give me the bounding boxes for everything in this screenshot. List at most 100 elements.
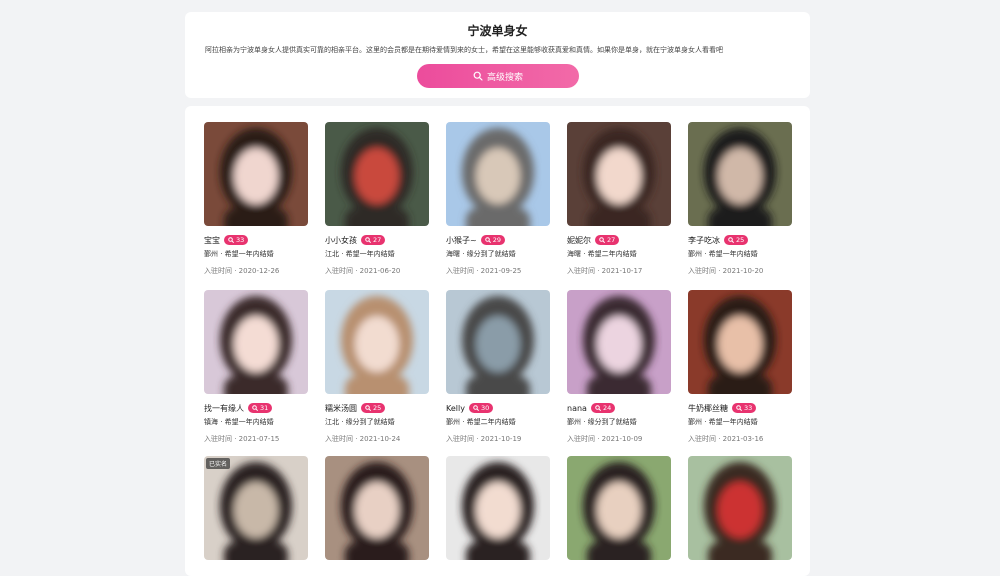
profile-description: 鄞州 · 缘分到了就结婚 xyxy=(567,418,637,426)
profile-photo[interactable] xyxy=(204,122,308,226)
name-row: 李子吃冰 25 xyxy=(688,234,792,246)
name-row: 糯米汤圆 25 xyxy=(325,402,429,414)
likes-badge: 27 xyxy=(595,235,620,245)
likes-badge: 31 xyxy=(248,403,273,413)
avatar-image xyxy=(325,122,429,226)
profile-name[interactable]: 牛奶椰丝糖 xyxy=(688,403,728,414)
profile-photo[interactable] xyxy=(446,456,550,560)
name-row: 小小女孩 27 xyxy=(325,234,429,246)
avatar-image xyxy=(567,290,671,394)
verified-badge: 已实名 xyxy=(206,458,231,469)
profile-name[interactable]: 宝宝 xyxy=(204,235,220,246)
profile-photo[interactable] xyxy=(325,290,429,394)
profile-description: 鄞州 · 希望一年内结婚 xyxy=(688,418,758,426)
likes-count: 25 xyxy=(373,404,382,412)
profile-description: 镇海 · 希望一年内结婚 xyxy=(204,418,274,426)
search-icon xyxy=(736,405,742,411)
joined-date: 入驻时间 · 2021-06-20 xyxy=(325,267,401,275)
profile-card[interactable]: nana 24 鄞州 · 缘分到了就结婚 入驻时间 · 2021-10-09 xyxy=(567,290,671,444)
search-icon xyxy=(595,405,601,411)
profile-name[interactable]: 小小女孩 xyxy=(325,235,357,246)
advanced-search-button[interactable]: 高级搜索 xyxy=(417,64,579,88)
profile-card[interactable]: 找一有缘人 31 镇海 · 希望一年内结婚 入驻时间 · 2021-07-15 xyxy=(204,290,308,444)
profile-name[interactable]: 找一有缘人 xyxy=(204,403,244,414)
profile-description: 海曙 · 希望二年内结婚 xyxy=(567,250,637,258)
search-icon xyxy=(484,237,491,243)
profile-card[interactable] xyxy=(325,456,429,560)
joined-date: 入驻时间 · 2021-10-19 xyxy=(446,435,522,443)
profile-description: 海曙 · 缘分到了就结婚 xyxy=(446,250,516,258)
profile-name[interactable]: Kelly xyxy=(446,404,465,413)
profile-photo[interactable] xyxy=(688,456,792,560)
profile-description: 鄞州 · 希望一年内结婚 xyxy=(688,250,758,258)
avatar-image xyxy=(325,290,429,394)
likes-badge: 25 xyxy=(724,235,749,245)
name-row: nana 24 xyxy=(567,402,671,414)
name-row: 找一有缘人 31 xyxy=(204,402,308,414)
profile-description: 鄞州 · 希望一年内结婚 xyxy=(204,250,274,258)
likes-count: 33 xyxy=(744,404,753,412)
profile-card[interactable]: Kelly 30 鄞州 · 希望二年内结婚 入驻时间 · 2021-10-19 xyxy=(446,290,550,444)
profile-photo[interactable] xyxy=(567,456,671,560)
avatar-image xyxy=(688,456,792,560)
search-icon xyxy=(473,71,483,81)
profile-card[interactable]: 小猴子~ 29 海曙 · 缘分到了就结婚 入驻时间 · 2021-09-25 xyxy=(446,122,550,276)
profile-photo[interactable] xyxy=(567,290,671,394)
profile-name[interactable]: 小猴子~ xyxy=(446,235,477,246)
profile-card[interactable] xyxy=(567,456,671,560)
avatar-image xyxy=(567,456,671,560)
name-row: 宝宝 33 xyxy=(204,234,308,246)
profile-name[interactable]: nana xyxy=(567,404,587,413)
profile-description: 江北 · 缘分到了就结婚 xyxy=(325,418,395,426)
likes-count: 30 xyxy=(480,404,490,412)
profile-photo[interactable] xyxy=(688,290,792,394)
likes-badge: 24 xyxy=(590,403,616,413)
header-card: 宁波单身女 阿拉相亲为宁波单身女人提供真实可靠的相亲平台。这里的会员都是在期待爱… xyxy=(185,12,810,98)
likes-count: 27 xyxy=(607,236,616,244)
likes-badge: 27 xyxy=(361,235,386,245)
profile-photo[interactable]: 已实名 xyxy=(204,456,308,560)
profile-card[interactable] xyxy=(688,456,792,560)
profile-card[interactable]: 妮妮尔 27 海曙 · 希望二年内结婚 入驻时间 · 2021-10-17 xyxy=(567,122,671,276)
avatar-image xyxy=(204,456,308,560)
joined-date: 入驻时间 · 2021-09-25 xyxy=(446,267,522,275)
profile-card[interactable] xyxy=(446,456,550,560)
likes-badge: 33 xyxy=(224,235,249,245)
profile-name[interactable]: 妮妮尔 xyxy=(567,235,591,246)
avatar-image xyxy=(204,122,308,226)
profile-description: 鄞州 · 希望二年内结婚 xyxy=(446,418,516,426)
search-icon xyxy=(365,405,371,411)
search-icon xyxy=(252,405,258,411)
profile-photo[interactable] xyxy=(204,290,308,394)
profile-name[interactable]: 糯米汤圆 xyxy=(325,403,357,414)
profile-card[interactable]: 宝宝 33 鄞州 · 希望一年内结婚 入驻时间 · 2020-12-26 xyxy=(204,122,308,276)
profile-photo[interactable] xyxy=(446,122,550,226)
profile-photo[interactable] xyxy=(567,122,671,226)
profile-photo[interactable] xyxy=(446,290,550,394)
advanced-search-label: 高级搜索 xyxy=(486,72,523,83)
profile-grid: 宝宝 33 鄞州 · 希望一年内结婚 入驻时间 · 2020-12-26 小小女孩 27 江… xyxy=(185,106,810,576)
avatar-image xyxy=(446,456,550,560)
joined-date: 入驻时间 · 2021-10-20 xyxy=(688,267,764,275)
likes-badge: 29 xyxy=(480,235,505,245)
profile-photo[interactable] xyxy=(325,456,429,560)
avatar-image xyxy=(325,456,429,560)
profile-photo[interactable] xyxy=(688,122,792,226)
likes-badge: 30 xyxy=(468,403,494,413)
avatar-image xyxy=(446,122,550,226)
profile-card[interactable]: 小小女孩 27 江北 · 希望一年内结婚 入驻时间 · 2021-06-20 xyxy=(325,122,429,276)
intro-text: 阿拉相亲为宁波单身女人提供真实可靠的相亲平台。这里的会员都是在期待爱情到来的女士… xyxy=(205,46,723,54)
profile-description: 江北 · 希望一年内结婚 xyxy=(325,250,395,258)
page-title: 宁波单身女 xyxy=(467,24,528,38)
search-icon xyxy=(728,237,734,243)
profile-card[interactable]: 糯米汤圆 25 江北 · 缘分到了就结婚 入驻时间 · 2021-10-24 xyxy=(325,290,429,444)
search-icon xyxy=(599,237,605,243)
profile-name[interactable]: 李子吃冰 xyxy=(688,235,720,246)
joined-date: 入驻时间 · 2021-10-17 xyxy=(567,267,643,275)
likes-count: 25 xyxy=(736,236,745,244)
profile-card[interactable]: 牛奶椰丝糖 33 鄞州 · 希望一年内结婚 入驻时间 · 2021-03-16 xyxy=(688,290,792,444)
profile-photo[interactable] xyxy=(325,122,429,226)
profile-card[interactable]: 李子吃冰 25 鄞州 · 希望一年内结婚 入驻时间 · 2021-10-20 xyxy=(688,122,792,276)
profile-card[interactable]: 已实名 xyxy=(204,456,308,560)
avatar-image xyxy=(688,290,792,394)
